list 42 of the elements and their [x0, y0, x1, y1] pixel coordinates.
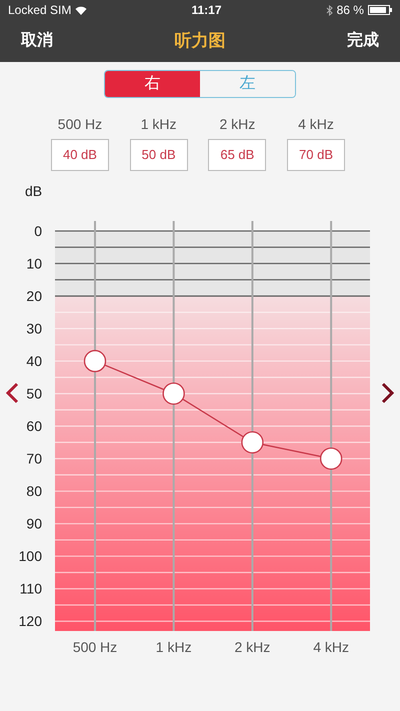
data-point[interactable]: [241, 431, 264, 454]
segment-tab[interactable]: 右: [105, 71, 200, 97]
axis-label: 10: [26, 256, 42, 272]
chevron-left-icon[interactable]: [6, 382, 18, 404]
axis-label: 30: [26, 320, 42, 337]
axis-label: 60: [26, 418, 42, 434]
screen-title: 听力图: [174, 30, 226, 52]
axis-label: 1 kHz: [156, 639, 192, 655]
axis-label: 20: [26, 288, 42, 304]
threshold-field[interactable]: 50 dB: [130, 139, 188, 171]
data-point[interactable]: [84, 350, 106, 372]
axis-label: 70: [26, 450, 42, 467]
axis-label: 2 kHz: [234, 639, 270, 655]
axis-label: 500 Hz: [72, 639, 118, 655]
threshold-field[interactable]: 40 dB: [50, 139, 109, 171]
clock-text: 11:17: [191, 2, 222, 19]
chevron-right-icon[interactable]: [382, 382, 394, 404]
axis-label: 4 kHz: [313, 639, 349, 655]
axis-label: 120: [18, 613, 42, 630]
battery-icon: [368, 5, 392, 15]
frequency-label: 2 kHz: [219, 115, 256, 134]
axis-label: 80: [26, 483, 42, 500]
done-button[interactable]: 完成: [346, 28, 380, 54]
battery-percent: 86 %: [336, 2, 364, 19]
data-point[interactable]: [320, 448, 342, 470]
axis-label: 0: [34, 223, 42, 239]
cancel-button[interactable]: 取消: [20, 28, 54, 54]
frequency-label: 1 kHz: [140, 115, 177, 134]
threshold-field[interactable]: 70 dB: [287, 139, 346, 171]
axis-label: 40: [26, 353, 42, 370]
axis-label: 50: [26, 386, 42, 402]
bluetooth-icon: [326, 4, 333, 16]
axis-title: dB: [25, 183, 42, 199]
axis-label: 90: [26, 516, 42, 532]
carrier-text: Locked SIM: [8, 2, 72, 19]
axis-label: 100: [18, 548, 42, 564]
wifi-icon: [75, 6, 88, 14]
axis-label: 110: [20, 580, 42, 597]
frequency-label: 4 kHz: [298, 115, 334, 134]
threshold-field[interactable]: 65 dB: [208, 139, 266, 171]
data-point[interactable]: [162, 382, 185, 405]
frequency-label: 500 Hz: [58, 115, 102, 134]
